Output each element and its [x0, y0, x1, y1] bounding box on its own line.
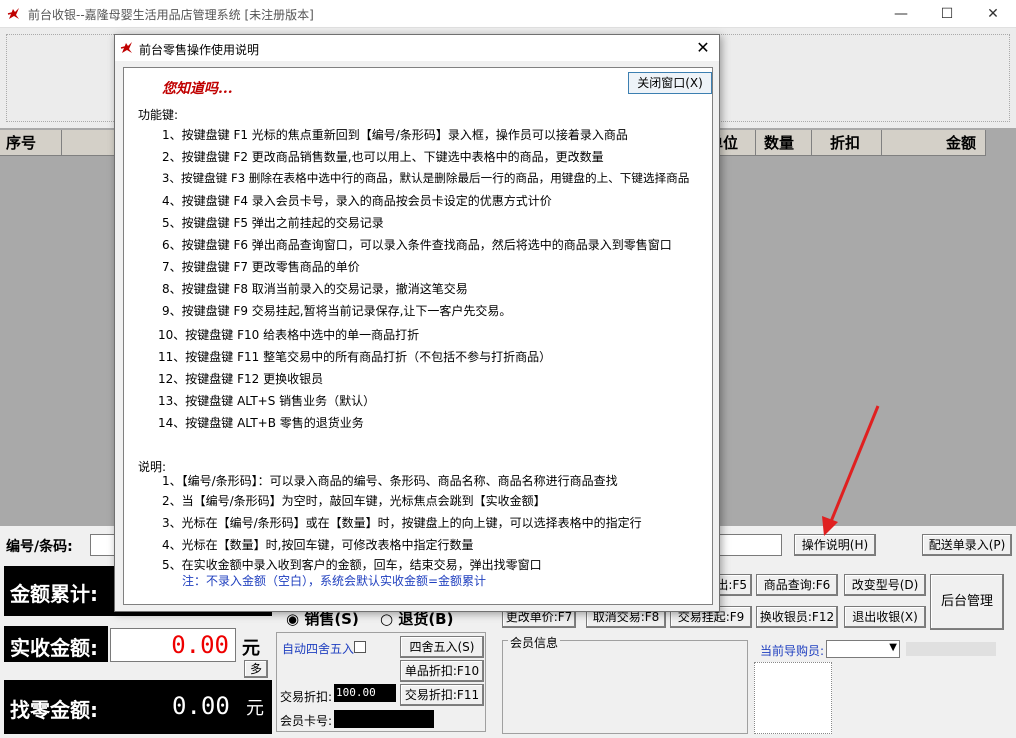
guide-select[interactable]: ▼: [826, 640, 900, 658]
col-qty[interactable]: 数量: [756, 130, 812, 156]
guide-info-bar: [906, 642, 996, 656]
change-yuan-label: 元: [246, 698, 264, 719]
func-line-5: 5、按键盘键 F5 弹出之前挂起的交易记录: [162, 216, 384, 230]
func-line-1: 1、按键盘键 F1 光标的焦点重新回到【编号/条形码】录入框，操作员可以接着录入…: [162, 128, 628, 142]
chevron-down-icon: ▼: [889, 642, 897, 653]
member-info-label: 会员信息: [508, 634, 561, 651]
col-amount[interactable]: 金额: [882, 130, 986, 156]
backend-manage-button[interactable]: 后台管理: [930, 574, 1004, 630]
minimize-icon[interactable]: —: [878, 0, 924, 28]
col-unit[interactable]: 单位: [720, 130, 756, 156]
auto-round-label: 自动四舍五入: [282, 642, 355, 656]
auto-round-checkbox[interactable]: [354, 641, 366, 653]
func-keys-title: 功能键:: [138, 108, 179, 122]
member-info-panel: [502, 640, 748, 734]
func-line-13: 13、按键盘键 ALT+S 销售业务（默认）: [158, 394, 376, 408]
func-line-14: 14、按键盘键 ALT+B 零售的退货业务: [158, 416, 364, 430]
change-amount-box: 找零金额: 0.00 元: [4, 680, 272, 734]
desc-line-4: 4、光标在【数量】时,按回车键，可修改表格中指定行数量: [162, 538, 474, 552]
sale-radio-label: 销售(S): [304, 610, 359, 628]
dialog-logo-icon: [120, 42, 132, 53]
help-button[interactable]: 操作说明(H): [794, 534, 876, 556]
func-line-11: 11、按键盘键 F11 整笔交易中的所有商品打折（不包括不参与打折商品）: [158, 350, 552, 364]
desc-line-3: 3、光标在【编号/条形码】或在【数量】时，按键盘上的向上键，可以选择表格中的指定…: [162, 516, 642, 530]
func-line-3: 3、按键盘键 F3 删除在表格中选中行的商品，默认是删除最后一行的商品，用键盘的…: [162, 171, 690, 185]
delivery-entry-button[interactable]: 配送单录入(P): [922, 534, 1012, 556]
amount-total-label: 金额累计:: [10, 582, 98, 606]
maximize-icon[interactable]: ☐: [924, 0, 970, 28]
dialog-content: 您知道吗... 关闭窗口(X) 功能键: 1、按键盘键 F1 光标的焦点重新回到…: [123, 67, 713, 605]
item-discount-button[interactable]: 单品折扣:F10: [400, 660, 484, 682]
grid-scroll-area: [986, 130, 1016, 156]
guide-label: 当前导购员:: [760, 644, 825, 658]
help-dialog: 前台零售操作使用说明 ✕ 您知道吗... 关闭窗口(X) 功能键: 1、按键盘键…: [114, 34, 720, 612]
func-line-2: 2、按键盘键 F2 更改商品销售数量,也可以用上、下键选中表格中的商品，更改数量: [162, 150, 604, 164]
multi-button[interactable]: 多: [244, 660, 268, 678]
exit-cashier-button[interactable]: 退出收银(X): [844, 606, 926, 628]
change-cashier-button[interactable]: 换收银员:F12: [756, 606, 838, 628]
guide-photo-box: [754, 662, 832, 734]
trade-discount-label: 交易折扣:: [280, 690, 333, 704]
window-title: 前台收银--嘉隆母婴生活用品店管理系统 [未注册版本]: [28, 8, 314, 22]
desc-line-2: 2、当【编号/条形码】为空时，敲回车键，光标焦点会跳到【实收金额】: [162, 494, 546, 508]
close-window-button[interactable]: 关闭窗口(X): [628, 72, 712, 94]
func-line-10: 10、按键盘键 F10 给表格中选中的单一商品打折: [158, 328, 420, 342]
trade-discount-button[interactable]: 交易折扣:F11: [400, 684, 484, 706]
col-seq[interactable]: 序号: [0, 130, 62, 156]
change-label: 找零金额:: [10, 698, 98, 722]
paid-yuan-label: 元: [242, 638, 260, 659]
code-label: 编号/条码:: [6, 539, 73, 555]
main-titlebar: 前台收银--嘉隆母婴生活用品店管理系统 [未注册版本] — ☐ ✕: [0, 0, 1016, 28]
close-icon[interactable]: ✕: [691, 37, 715, 59]
func-line-7: 7、按键盘键 F7 更改零售商品的单价: [162, 260, 360, 274]
paid-amount-input[interactable]: 0.00: [110, 628, 236, 662]
desc-note: 注：不录入金额（空白），系统会默认实收金额=金额累计: [182, 574, 487, 588]
app-logo-icon: [7, 8, 19, 19]
member-card-label: 会员卡号:: [280, 714, 333, 728]
tip-title: 您知道吗...: [162, 81, 233, 97]
func-line-9: 9、按键盘键 F9 交易挂起,暂将当前记录保存,让下一客户先交易。: [162, 304, 512, 318]
func-line-8: 8、按键盘键 F8 取消当前录入的交易记录，撤消这笔交易: [162, 282, 468, 296]
round-button[interactable]: 四舍五入(S): [400, 636, 484, 658]
member-card-input[interactable]: [334, 710, 434, 728]
return-radio-label: 退货(B): [398, 610, 454, 628]
func-line-12: 12、按键盘键 F12 更换收银员: [158, 372, 324, 386]
paid-label-box: 实收金额:: [4, 626, 108, 662]
desc-line-1: 1、【编号/条形码】：可以录入商品的编号、条形码、商品名称、商品名称进行商品查找: [162, 474, 618, 488]
product-query-button[interactable]: 商品查询:F6: [756, 574, 838, 596]
dialog-title: 前台零售操作使用说明: [139, 43, 260, 57]
close-icon[interactable]: ✕: [970, 0, 1016, 28]
trade-discount-input[interactable]: 100.00: [334, 684, 396, 702]
change-model-button[interactable]: 改变型号(D): [844, 574, 926, 596]
desc-line-5: 5、在实收金额中录入收到客户的金额，回车，结束交易，弹出找零窗口: [162, 558, 542, 572]
func-line-4: 4、按键盘键 F4 录入会员卡号，录入的商品按会员卡设定的优惠方式计价: [162, 194, 552, 208]
change-value: 0.00: [172, 692, 230, 720]
col-discount[interactable]: 折扣: [812, 130, 882, 156]
dialog-titlebar: 前台零售操作使用说明 ✕: [115, 35, 719, 61]
paid-label: 实收金额:: [10, 636, 98, 660]
func-line-6: 6、按键盘键 F6 弹出商品查询窗口，可以录入条件查找商品，然后将选中的商品录入…: [162, 238, 672, 252]
